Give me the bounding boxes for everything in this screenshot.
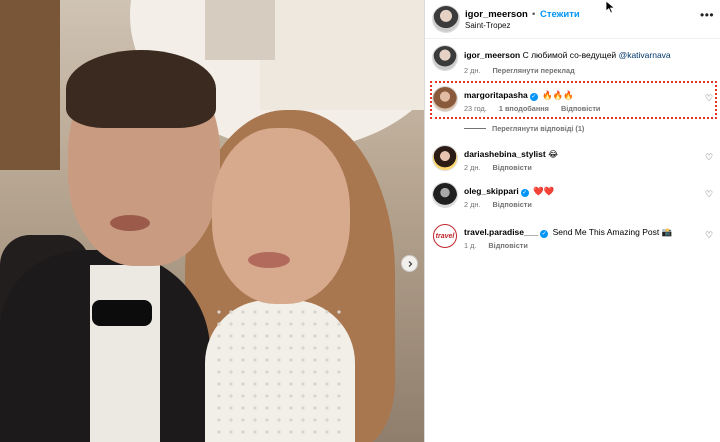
comment-time[interactable]: 2 дн.	[464, 200, 480, 209]
comment-text: 🔥🔥🔥	[542, 90, 574, 100]
caption-username[interactable]: igor_meerson	[464, 50, 520, 60]
post-side-pane: igor_meerson • Стежити Saint-Tropez ••• …	[424, 0, 720, 442]
like-comment-button[interactable]: ♡	[705, 189, 713, 200]
more-options-button[interactable]: •••	[700, 8, 714, 22]
heart-outline-icon: ♡	[705, 93, 714, 103]
verified-badge-icon: ✓	[520, 189, 529, 197]
view-replies-label: Переглянути відповіді (1)	[492, 124, 585, 133]
comment-likes[interactable]: 1 вподобання	[499, 104, 549, 113]
chevron-right-icon	[408, 260, 412, 267]
heart-outline-icon: ♡	[705, 152, 714, 162]
caption-text: С любимой со-ведущей	[522, 50, 617, 60]
header-separator: •	[532, 9, 536, 20]
author-username[interactable]: igor_meerson	[465, 9, 528, 20]
reply-button[interactable]: Відповісти	[561, 104, 600, 113]
like-comment-button[interactable]: ♡	[705, 230, 713, 241]
commenter-avatar[interactable]: travel	[433, 224, 457, 248]
replies-divider	[464, 128, 486, 129]
view-replies-link[interactable]: Переглянути відповіді (1)	[464, 124, 584, 133]
author-avatar[interactable]	[433, 6, 459, 32]
commenter-username[interactable]: travel.paradise___	[464, 227, 538, 237]
verified-badge-icon: ✓	[529, 93, 538, 101]
post-header: igor_meerson • Стежити Saint-Tropez •••	[425, 0, 720, 39]
heart-outline-icon: ♡	[705, 230, 714, 240]
verified-badge-icon: ✓	[540, 230, 549, 238]
avatar-logo-text: travel	[435, 232, 455, 240]
reply-button[interactable]: Відповісти	[492, 200, 531, 209]
commenter-username[interactable]: margoritapasha	[464, 90, 528, 100]
next-photo-button[interactable]	[401, 255, 418, 272]
caption-mention[interactable]: @kativarnava	[619, 50, 671, 60]
like-comment-button[interactable]: ♡	[705, 152, 713, 163]
commenter-username[interactable]: oleg_skippari	[464, 186, 519, 196]
commenter-avatar[interactable]	[433, 146, 457, 170]
reply-button[interactable]: Відповісти	[488, 241, 527, 250]
post-photo	[0, 0, 424, 442]
heart-outline-icon: ♡	[705, 189, 714, 199]
comment-time[interactable]: 23 год.	[464, 104, 487, 113]
see-translation-link[interactable]: Переглянути переклад	[492, 66, 574, 75]
reply-button[interactable]: Відповісти	[492, 163, 531, 172]
commenter-username[interactable]: dariashebina_stylist	[464, 149, 546, 159]
comment-text: 😂	[548, 149, 559, 159]
comment-text: Send Me This Amazing Post 📸	[552, 227, 673, 237]
commenter-avatar[interactable]	[433, 87, 457, 111]
comment-text: ❤️❤️	[533, 186, 555, 196]
post-location[interactable]: Saint-Tropez	[465, 21, 511, 30]
mouse-pointer-icon	[605, 0, 616, 14]
more-horizontal-icon: •••	[700, 8, 715, 22]
commenter-avatar[interactable]	[433, 183, 457, 207]
comment-time[interactable]: 2 дн.	[464, 163, 480, 172]
caption-time[interactable]: 2 дн.	[464, 66, 480, 75]
caption-avatar[interactable]	[433, 46, 457, 70]
comment-time[interactable]: 1 д.	[464, 241, 476, 250]
like-comment-button[interactable]: ♡	[705, 93, 713, 104]
follow-button[interactable]: Стежити	[540, 9, 580, 20]
